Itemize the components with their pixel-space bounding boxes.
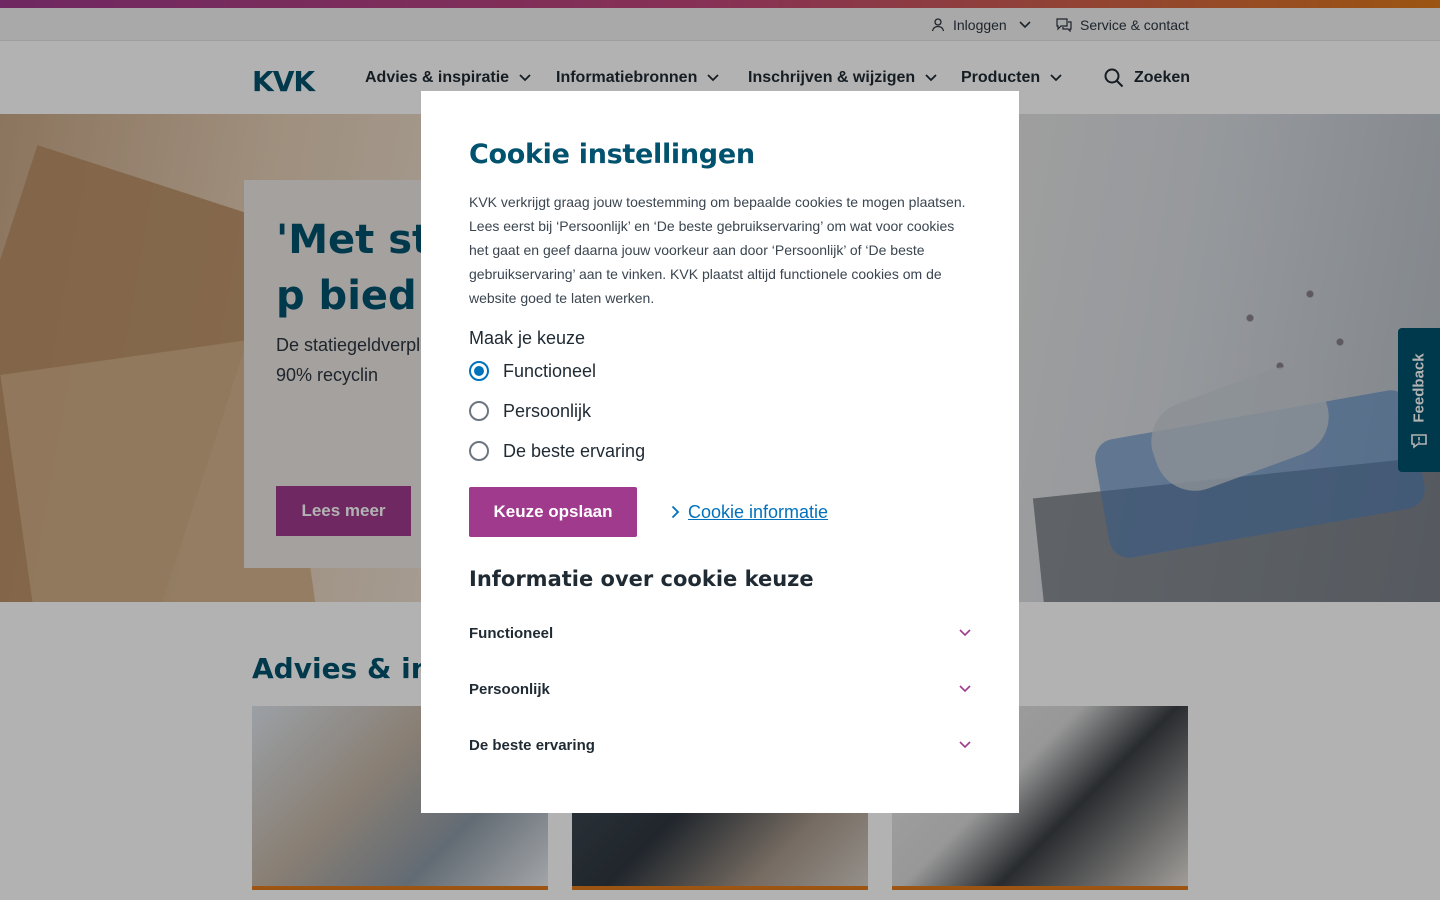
info-section-title: Informatie over cookie keuze — [469, 567, 814, 591]
option-persoonlijk[interactable]: Persoonlijk — [469, 391, 971, 431]
accordion-persoonlijk[interactable]: Persoonlijk — [469, 661, 971, 717]
option-label: Persoonlijk — [503, 400, 592, 421]
cookie-options: Functioneel Persoonlijk De beste ervarin… — [469, 351, 971, 471]
accordion-label: Functioneel — [469, 624, 554, 642]
accordion-beste-ervaring[interactable]: De beste ervaring — [469, 717, 971, 773]
chevron-down-icon — [959, 629, 971, 637]
option-functioneel[interactable]: Functioneel — [469, 351, 971, 391]
chevron-down-icon — [959, 741, 971, 749]
radio-beste-ervaring[interactable] — [469, 441, 489, 461]
radio-functioneel[interactable] — [469, 361, 489, 381]
cookie-accordion: Functioneel Persoonlijk De beste ervarin… — [469, 605, 971, 773]
chevron-right-icon — [671, 505, 680, 519]
dialog-intro-text: KVK verkrijgt graag jouw toestemming om … — [469, 194, 966, 306]
option-label: Functioneel — [503, 360, 597, 381]
chevron-down-icon — [959, 685, 971, 693]
accordion-label: Persoonlijk — [469, 680, 550, 698]
choice-label: Maak je keuze — [469, 328, 586, 348]
save-choice-button[interactable]: Keuze opslaan — [469, 487, 637, 537]
cookie-settings-dialog: Cookie instellingen KVK verkrijgt graag … — [421, 91, 1019, 813]
accordion-functioneel[interactable]: Functioneel — [469, 605, 971, 661]
radio-persoonlijk[interactable] — [469, 401, 489, 421]
dialog-title: Cookie instellingen — [469, 139, 755, 170]
option-beste-ervaring[interactable]: De beste ervaring — [469, 431, 971, 471]
accordion-label: De beste ervaring — [469, 736, 595, 754]
dialog-actions: Keuze opslaan Cookie informatie — [469, 487, 971, 537]
cookie-info-link[interactable]: Cookie informatie — [671, 502, 828, 523]
option-label: De beste ervaring — [503, 440, 646, 461]
cookie-info-label: Cookie informatie — [688, 501, 829, 522]
